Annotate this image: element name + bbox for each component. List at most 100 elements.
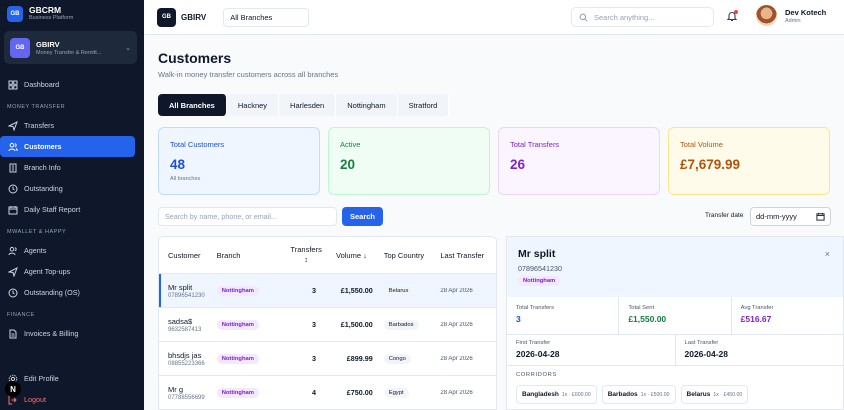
- tab-nottingham[interactable]: Nottingham: [336, 94, 398, 116]
- last-transfer-date: 28 Apr 2026: [440, 287, 473, 294]
- customers-table: Customer Branch Transfers ↕ Volume ↓ Top…: [158, 236, 497, 410]
- nav-section-finance: FINANCE: [7, 312, 35, 318]
- metric-label: First Transfer: [516, 340, 551, 346]
- stat-value: 26: [510, 157, 526, 172]
- sidebar-item-label: Transfers: [24, 121, 55, 130]
- branch-badge: Nottingham: [216, 286, 259, 296]
- country-badge: Egypt: [383, 388, 409, 398]
- country-badge: Congo: [383, 354, 411, 364]
- metric-last-transfer: 2026-04-28: [684, 349, 728, 359]
- corridor-country: Bangladesh: [522, 391, 559, 398]
- customer-name: bhsdjs jas: [168, 350, 202, 360]
- col-last-transfer[interactable]: Last Transfer: [440, 251, 496, 260]
- transfers-count: 3: [312, 354, 317, 363]
- detail-customer-phone: 07896541230: [518, 264, 562, 273]
- users-icon: [8, 142, 18, 152]
- detail-header: Mr split 07896541230 Nottingham ×: [507, 237, 843, 297]
- customer-phone: 07896541230: [168, 292, 205, 299]
- sidebar-nav: Dashboard MONEY TRANSFER Transfers Custo…: [0, 74, 144, 344]
- tab-stratford[interactable]: Stratford: [398, 94, 450, 116]
- tab-harlesden[interactable]: Harlesden: [279, 94, 337, 116]
- branch-switcher[interactable]: GB GBIRV Money Transfer & Remitt... ⌄: [4, 31, 137, 64]
- customer-name: Mr split: [168, 282, 193, 292]
- tab-all-branches[interactable]: All Branches: [158, 94, 227, 116]
- sidebar-item-label: Customers: [24, 142, 62, 151]
- user-role: Admin: [785, 17, 801, 24]
- tab-hackney[interactable]: Hackney: [227, 94, 280, 116]
- close-icon[interactable]: ×: [825, 249, 830, 259]
- col-transfers[interactable]: Transfers ↕: [278, 245, 324, 265]
- detail-metrics: Total Transfers 3 Total Sent £1,550.00 Avg…: [507, 297, 843, 335]
- customer-search-input[interactable]: Search by name, phone, or email...: [158, 207, 337, 226]
- corridors-section: CORRIDORS Bangladesh 1x · £600.00 Barbado…: [507, 366, 843, 409]
- customer-phone: 08855223366: [168, 360, 205, 367]
- col-customer[interactable]: Customer: [159, 251, 217, 260]
- sidebar-item-agent-top-ups[interactable]: Agent Top-ups: [0, 261, 135, 282]
- sidebar-item-branch-info[interactable]: Branch Info: [0, 157, 135, 178]
- notification-dot: [734, 10, 738, 14]
- branch-name: GBIRV: [36, 39, 60, 49]
- col-top-country[interactable]: Top Country: [378, 251, 441, 260]
- corridors-title: CORRIDORS: [516, 372, 557, 378]
- stat-total-customers: Total Customers 48 All branches: [158, 127, 320, 195]
- search-button[interactable]: Search: [342, 207, 383, 226]
- transfer-date-input[interactable]: dd-mm-yyyy: [750, 207, 831, 226]
- sidebar-item-agents[interactable]: Agents: [0, 240, 135, 261]
- global-search-input[interactable]: Search anything...: [571, 7, 714, 27]
- global-search-placeholder: Search anything...: [594, 12, 655, 22]
- transfer-date-label: Transfer date: [705, 212, 744, 219]
- sidebar-item-daily-staff-report[interactable]: Daily Staff Report: [0, 199, 135, 220]
- table-row[interactable]: sadsa$ 9632587413 Nottingham 3 £1,500.00 …: [159, 308, 496, 342]
- stat-value: 20: [340, 157, 356, 172]
- company-name: GBIRV: [181, 12, 207, 22]
- sidebar-item-label: Agents: [24, 246, 47, 255]
- floating-dev-badge[interactable]: N: [5, 381, 21, 397]
- sidebar-footer: Edit Profile Logout: [0, 368, 144, 410]
- table-row[interactable]: bhsdjs jas 08855223366 Nottingham 3 £899.…: [159, 342, 496, 376]
- table-row[interactable]: Mr split 07896541230 Nottingham 3 £1,550.…: [159, 274, 496, 308]
- last-transfer-date: 28 Apr 2026: [440, 355, 473, 362]
- stat-label: Total Customers: [170, 140, 225, 149]
- last-transfer-date: 28 Apr 2026: [440, 321, 473, 328]
- main-content: Customers Walk-in money transfer custome…: [144, 35, 844, 410]
- nav-section-money-transfer: MONEY TRANSFER: [7, 104, 66, 110]
- branch-select[interactable]: All Branches: [223, 7, 310, 27]
- brand-logo: GB: [7, 5, 23, 22]
- col-volume[interactable]: Volume ↓: [324, 251, 378, 260]
- volume-value: £1,500.00: [340, 320, 373, 329]
- user-menu[interactable]: Dev Kotech Admin: [756, 5, 826, 26]
- table-header: Customer Branch Transfers ↕ Volume ↓ Top…: [159, 237, 496, 274]
- sidebar-item-outstanding[interactable]: Outstanding: [0, 178, 135, 199]
- dashboard-icon: [8, 80, 18, 90]
- sidebar-item-label: Invoices & Billing: [24, 329, 79, 338]
- calendar-icon: [8, 205, 18, 215]
- detail-customer-name: Mr split: [518, 248, 556, 260]
- branch-badge: Nottingham: [216, 320, 259, 330]
- volume-value: £1,550.00: [340, 286, 373, 295]
- sidebar-item-dashboard[interactable]: Dashboard: [0, 74, 135, 95]
- sidebar-item-customers[interactable]: Customers: [0, 136, 135, 157]
- sidebar-item-invoices[interactable]: Invoices & Billing: [0, 323, 135, 344]
- customer-name: Mr g: [168, 384, 183, 394]
- transfers-count: 3: [312, 320, 317, 329]
- sidebar-item-outstanding-os[interactable]: Outstanding (OS): [0, 282, 135, 303]
- corridor-meta: 1x · £500.00: [640, 392, 670, 398]
- sidebar-item-transfers[interactable]: Transfers: [0, 115, 135, 136]
- calendar-icon: [816, 212, 825, 221]
- transfers-count: 4: [312, 388, 317, 397]
- customer-phone: 07788556699: [168, 394, 205, 401]
- metric-label: Last Transfer: [684, 340, 719, 346]
- stat-label: Total Volume: [680, 140, 723, 149]
- corridor-country: Belarus: [686, 391, 711, 398]
- branch-description: Money Transfer & Remitt...: [36, 49, 102, 56]
- corridor-meta: 1x · £600.00: [561, 392, 591, 398]
- metric-first-transfer: 2026-04-28: [516, 349, 560, 359]
- corridor-chip: Belarus 1x · £450.00: [680, 385, 749, 404]
- stat-sub: All branches: [170, 176, 201, 182]
- table-row[interactable]: Mr g 07788556699 Nottingham 4 £750.00 Egy…: [159, 376, 496, 409]
- col-branch[interactable]: Branch: [217, 251, 279, 260]
- stat-value: 48: [170, 157, 186, 172]
- top-bar: GB GBIRV All Branches Search anything...…: [144, 0, 844, 35]
- notifications-bell[interactable]: [726, 10, 738, 22]
- country-badge: Belarus: [383, 286, 414, 296]
